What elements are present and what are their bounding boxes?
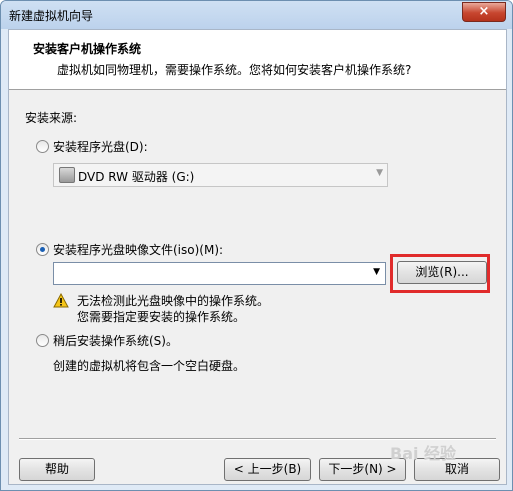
dvd-drive-icon — [59, 167, 75, 183]
warning-icon — [53, 293, 69, 308]
install-later-label[interactable]: 稍后安装操作系统(S)。 — [53, 332, 178, 349]
iso-path-combobox[interactable]: ▼ — [53, 262, 386, 285]
back-button[interactable]: < 上一步(B) — [224, 458, 311, 481]
iso-option-label[interactable]: 安装程序光盘映像文件(iso)(M): — [53, 241, 223, 258]
disc-radio[interactable] — [36, 140, 49, 153]
page-title: 安装客户机操作系统 — [33, 42, 142, 56]
warning-line-2: 您需要指定要安装的操作系统。 — [77, 310, 246, 324]
highlight-box — [390, 254, 490, 293]
close-button[interactable]: × — [462, 2, 506, 22]
watermark: Bai 经验 — [390, 444, 457, 463]
warning-line-1: 无法检测此光盘映像中的操作系统。 — [77, 294, 270, 308]
help-button[interactable]: 帮助 — [19, 458, 95, 481]
chevron-down-icon: ▼ — [376, 168, 383, 178]
iso-radio[interactable] — [36, 243, 49, 256]
install-later-radio[interactable] — [36, 334, 49, 347]
disc-drive-value: DVD RW 驱动器 (G:) — [78, 170, 195, 184]
disc-drive-select[interactable]: DVD RW 驱动器 (G:) ▼ — [53, 163, 388, 187]
disc-option-label[interactable]: 安装程序光盘(D): — [53, 138, 148, 155]
wizard-header: 安装客户机操作系统 虚拟机如同物理机，需要操作系统。您将如何安装客户机操作系统? — [9, 30, 506, 90]
install-later-description: 创建的虚拟机将包含一个空白硬盘。 — [53, 359, 246, 373]
window-title: 新建虚拟机向导 — [9, 9, 94, 23]
page-subtitle: 虚拟机如同物理机，需要操作系统。您将如何安装客户机操作系统? — [57, 63, 412, 77]
wizard-window: 新建虚拟机向导 × 安装客户机操作系统 虚拟机如同物理机，需要操作系统。您将如何… — [0, 0, 513, 491]
wizard-body: 安装客户机操作系统 虚拟机如同物理机，需要操作系统。您将如何安装客户机操作系统?… — [8, 29, 507, 485]
install-source-label: 安装来源: — [25, 111, 78, 125]
chevron-down-icon[interactable]: ▼ — [373, 267, 380, 277]
title-bar: 新建虚拟机向导 × — [1, 1, 512, 29]
